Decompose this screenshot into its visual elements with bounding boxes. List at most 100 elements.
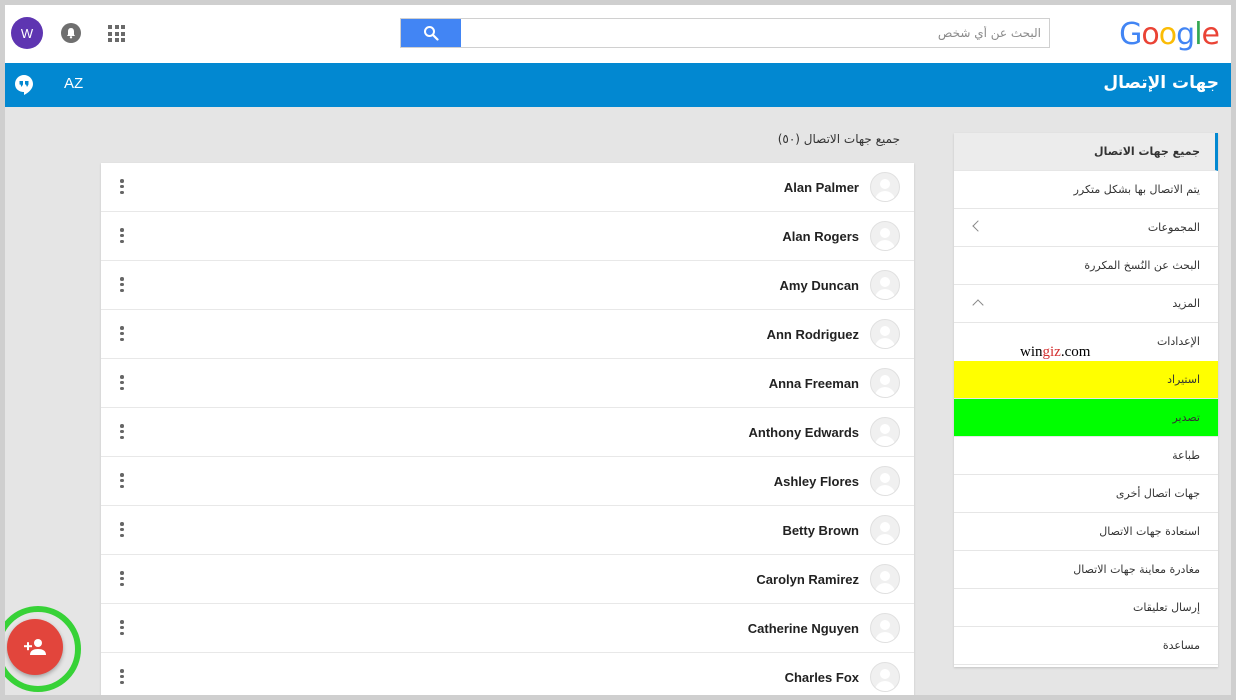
contact-avatar-icon (870, 368, 900, 398)
contacts-list: Alan Palmer Alan Rogers Amy Duncan Ann Rodr… (101, 163, 914, 695)
search-icon (424, 26, 439, 41)
google-logo[interactable]: Google (1119, 17, 1220, 52)
add-person-icon (24, 639, 46, 655)
sidebar-item-6[interactable]: استيراد (954, 361, 1218, 399)
sidebar-item-label: استعادة جهات الاتصال (1099, 525, 1200, 538)
contact-avatar-icon (870, 515, 900, 545)
sidebar-item-label: تصدير (1172, 411, 1200, 424)
more-options-icon[interactable] (120, 669, 124, 684)
sidebar-item-label: استيراد (1167, 373, 1200, 386)
more-options-icon[interactable] (120, 375, 124, 390)
contact-row[interactable]: Betty Brown (101, 506, 914, 555)
more-options-icon[interactable] (120, 522, 124, 537)
contact-row[interactable]: Anna Freeman (101, 359, 914, 408)
logo-letter: g (1176, 17, 1195, 52)
contact-row[interactable]: Carolyn Ramirez (101, 555, 914, 604)
search-box (400, 18, 1050, 48)
top-bar: Google W (5, 5, 1231, 63)
logo-letter: l (1194, 17, 1202, 52)
contact-row[interactable]: Anthony Edwards (101, 408, 914, 457)
logo-letter: e (1201, 17, 1220, 52)
more-options-icon[interactable] (120, 620, 124, 635)
contact-avatar-icon (870, 613, 900, 643)
contact-row[interactable]: Alan Palmer (101, 163, 914, 212)
contact-avatar-icon (870, 662, 900, 692)
logo-letter: o (1158, 17, 1177, 52)
contact-name: Betty Brown (782, 523, 859, 538)
contact-name: Alan Rogers (782, 229, 859, 244)
sidebar-item-12[interactable]: إرسال تعليقات (954, 589, 1218, 627)
sidebar-item-label: مغادرة معاينة جهات الاتصال (1073, 563, 1200, 576)
contact-row[interactable]: Ashley Flores (101, 457, 914, 506)
contact-row[interactable]: Amy Duncan (101, 261, 914, 310)
more-options-icon[interactable] (120, 179, 124, 194)
sidebar-item-label: طباعة (1172, 449, 1200, 462)
contact-name: Ann Rodriguez (766, 327, 859, 342)
more-options-icon[interactable] (120, 473, 124, 488)
sidebar-item-label: البحث عن النُسخ المكررة (1084, 259, 1200, 272)
contact-row[interactable]: Charles Fox (101, 653, 914, 695)
app-frame: Google W جهات الإتصال (5, 5, 1231, 695)
sidebar-item-4[interactable]: المزيد (954, 285, 1218, 323)
more-options-icon[interactable] (120, 571, 124, 586)
search-input[interactable] (461, 19, 1049, 47)
contact-name: Catherine Nguyen (747, 621, 859, 636)
sidebar-item-10[interactable]: استعادة جهات الاتصال (954, 513, 1218, 551)
contact-row[interactable]: Alan Rogers (101, 212, 914, 261)
sidebar-nav: جميع جهات الاتصال يتم الاتصال بها بشكل مت… (954, 133, 1218, 667)
contact-name: Amy Duncan (779, 278, 859, 293)
sidebar-item-label: المزيد (1172, 297, 1200, 310)
sidebar-item-8[interactable]: طباعة (954, 437, 1218, 475)
sidebar-item-label: إرسال تعليقات (1132, 601, 1200, 614)
more-options-icon[interactable] (120, 326, 124, 341)
bell-icon (67, 28, 75, 39)
sidebar-item-label: جميع جهات الاتصال (1094, 145, 1200, 158)
logo-letter: o (1141, 17, 1159, 52)
sidebar-item-3[interactable]: البحث عن النُسخ المكررة (954, 247, 1218, 285)
contact-name: Ashley Flores (773, 474, 859, 489)
more-options-icon[interactable] (120, 228, 124, 243)
contact-avatar-icon (870, 564, 900, 594)
chevron-left-icon (972, 220, 984, 232)
watermark-text: wingiz.com (1020, 344, 1091, 360)
sidebar-item-1[interactable]: يتم الاتصال بها بشكل متكرر (954, 171, 1218, 209)
sidebar-item-0[interactable]: جميع جهات الاتصال (954, 133, 1218, 171)
sidebar-item-2[interactable]: المجموعات (954, 209, 1218, 247)
sidebar-item-11[interactable]: مغادرة معاينة جهات الاتصال (954, 551, 1218, 589)
sidebar-item-13[interactable]: مساعدة (954, 627, 1218, 665)
notifications-button[interactable] (61, 23, 81, 43)
contact-avatar-icon (870, 319, 900, 349)
contact-avatar-icon (870, 417, 900, 447)
sidebar-item-label: المجموعات (1147, 221, 1200, 234)
contact-name: Anthony Edwards (748, 425, 859, 440)
sidebar-item-label: الإعدادات (1156, 335, 1200, 348)
contact-avatar-icon (870, 172, 900, 202)
apps-grid-icon[interactable] (108, 25, 125, 42)
page-title: جهات الإتصال (1103, 73, 1219, 93)
contacts-header-bar: جهات الإتصال AZ (5, 63, 1231, 107)
more-options-icon[interactable] (120, 424, 124, 439)
contact-name: Anna Freeman (768, 376, 859, 391)
sort-az-button[interactable]: AZ (64, 75, 83, 92)
contact-row[interactable]: Catherine Nguyen (101, 604, 914, 653)
contact-name: Alan Palmer (783, 180, 859, 195)
add-contact-button[interactable] (7, 619, 63, 675)
hangouts-icon[interactable] (15, 75, 33, 95)
search-button[interactable] (401, 19, 461, 47)
contact-name: Carolyn Ramirez (756, 572, 859, 587)
sidebar-item-label: مساعدة (1162, 639, 1200, 652)
contact-name: Charles Fox (784, 670, 859, 685)
account-avatar[interactable]: W (11, 17, 43, 49)
sidebar-item-7[interactable]: تصدير (954, 399, 1218, 437)
contact-row[interactable]: Ann Rodriguez (101, 310, 914, 359)
more-options-icon[interactable] (120, 277, 124, 292)
contact-avatar-icon (870, 270, 900, 300)
sidebar-item-label: جهات اتصال أخرى (1115, 487, 1200, 500)
sidebar-item-9[interactable]: جهات اتصال أخرى (954, 475, 1218, 513)
sidebar-item-label: يتم الاتصال بها بشكل متكرر (1073, 183, 1200, 196)
logo-letter: G (1119, 17, 1142, 52)
contact-avatar-icon (870, 221, 900, 251)
chevron-up-icon (972, 299, 984, 311)
contacts-count-title: جميع جهات الاتصال (٥٠) (777, 132, 900, 146)
contact-avatar-icon (870, 466, 900, 496)
